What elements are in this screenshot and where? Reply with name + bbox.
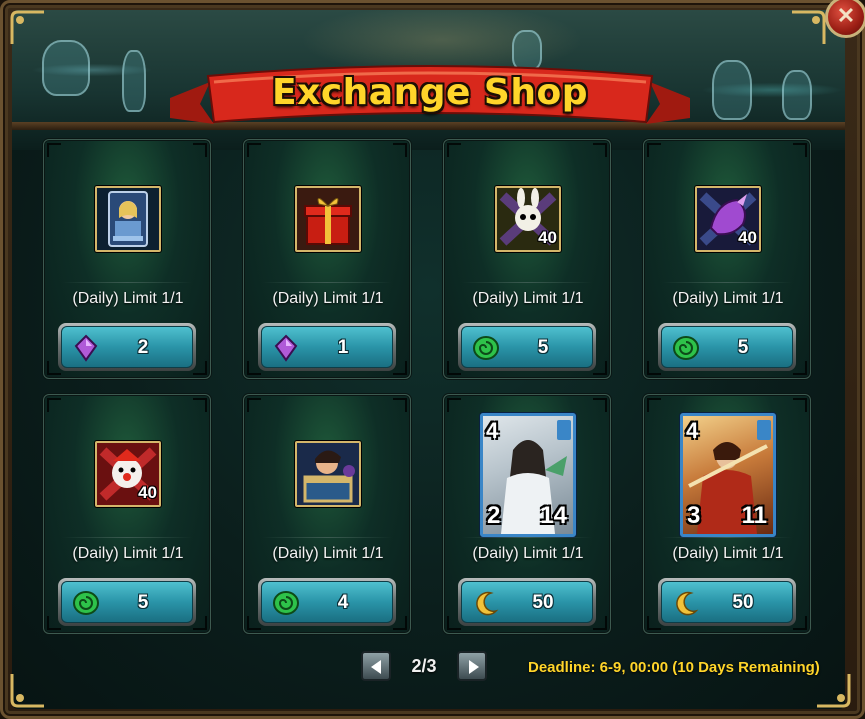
green-swirl-coin-icon bbox=[272, 589, 300, 617]
price-label: 50 bbox=[532, 592, 554, 613]
daily-limit-label: (Daily) Limit 1/1 bbox=[472, 290, 584, 307]
daily-limit-label: (Daily) Limit 1/1 bbox=[672, 290, 784, 307]
bottle-decoration bbox=[782, 70, 812, 120]
buy-button[interactable]: 5 bbox=[458, 323, 596, 371]
page-indicator: 2/3 bbox=[411, 656, 437, 676]
buy-button[interactable]: 1 bbox=[258, 323, 396, 371]
shop-item-card: 40 (Daily) Limit 1/1 5 bbox=[43, 394, 211, 634]
treasure-chest-warrior-icon[interactable] bbox=[295, 441, 361, 507]
buy-button[interactable]: 5 bbox=[658, 323, 796, 371]
item-quantity: 40 bbox=[138, 483, 157, 502]
gold-crescent-moon-icon bbox=[672, 589, 700, 617]
corner-ornament bbox=[815, 672, 851, 708]
rabbit-skull-shard-icon[interactable]: 40 bbox=[495, 186, 561, 252]
corner-ornament bbox=[10, 672, 46, 708]
next-page-button[interactable] bbox=[457, 651, 487, 681]
daily-limit-label: (Daily) Limit 1/1 bbox=[672, 545, 784, 562]
hero-card-sorceress[interactable]: 4 2 14 bbox=[480, 413, 576, 537]
green-swirl-coin-icon bbox=[472, 334, 500, 362]
hero-attack: 2 bbox=[487, 502, 501, 529]
hero-card-pack-icon[interactable] bbox=[95, 186, 161, 252]
price-label: 4 bbox=[337, 592, 349, 613]
price-label: 1 bbox=[337, 337, 349, 358]
buy-button[interactable]: 4 bbox=[258, 578, 396, 626]
shop-item-card: 4 2 14 (Daily) Limit 1/1 50 bbox=[443, 394, 611, 634]
buy-button[interactable]: 5 bbox=[58, 578, 196, 626]
gold-crescent-moon-icon bbox=[472, 589, 500, 617]
green-swirl-coin-icon bbox=[72, 589, 100, 617]
bottle-decoration bbox=[712, 60, 752, 120]
daily-limit-label: (Daily) Limit 1/1 bbox=[72, 545, 184, 562]
hero-level: 4 bbox=[686, 418, 699, 443]
price-label: 2 bbox=[137, 337, 149, 358]
price-label: 5 bbox=[537, 337, 549, 358]
item-quantity: 40 bbox=[538, 228, 557, 247]
price-label: 50 bbox=[732, 592, 754, 613]
daily-limit-label: (Daily) Limit 1/1 bbox=[72, 290, 184, 307]
daily-limit-label: (Daily) Limit 1/1 bbox=[472, 545, 584, 562]
shop-item-card: 4 3 11 (Daily) Limit 1/1 50 bbox=[643, 394, 811, 634]
item-quantity: 40 bbox=[738, 228, 757, 247]
bottle-decoration bbox=[42, 40, 90, 96]
price-label: 5 bbox=[737, 337, 749, 358]
hero-health: 11 bbox=[741, 502, 767, 529]
close-button[interactable]: ✕ bbox=[825, 0, 865, 38]
arrow-right-icon bbox=[469, 660, 479, 674]
corner-ornament bbox=[790, 10, 826, 46]
shop-item-card: (Daily) Limit 1/1 4 bbox=[243, 394, 411, 634]
purple-dragon-shard-icon[interactable]: 40 bbox=[695, 186, 761, 252]
price-label: 5 bbox=[137, 592, 149, 613]
page-title: Exchange Shop bbox=[272, 72, 588, 113]
buy-button[interactable]: 50 bbox=[458, 578, 596, 626]
shop-item-card: 40 (Daily) Limit 1/1 5 bbox=[643, 139, 811, 379]
purple-crystal-icon bbox=[272, 334, 300, 362]
title-ribbon: Exchange Shop bbox=[170, 62, 690, 140]
daily-limit-label: (Daily) Limit 1/1 bbox=[272, 290, 384, 307]
hero-level: 4 bbox=[486, 418, 499, 443]
buy-button[interactable]: 50 bbox=[658, 578, 796, 626]
buy-button[interactable]: 2 bbox=[58, 323, 196, 371]
arrow-left-icon bbox=[371, 660, 381, 674]
hero-card-warrior[interactable]: 4 3 11 bbox=[680, 413, 776, 537]
shop-item-card: 40 (Daily) Limit 1/1 5 bbox=[443, 139, 611, 379]
purple-crystal-icon bbox=[72, 334, 100, 362]
clown-mask-shard-icon[interactable]: 40 bbox=[95, 441, 161, 507]
hero-health: 14 bbox=[540, 502, 567, 529]
hero-attack: 3 bbox=[687, 502, 701, 529]
corner-ornament bbox=[10, 10, 46, 46]
shop-item-card: (Daily) Limit 1/1 1 bbox=[243, 139, 411, 379]
shop-item-card: (Daily) Limit 1/1 2 bbox=[43, 139, 211, 379]
deadline-label: Deadline: 6-9, 00:00 (10 Days Remaining) bbox=[528, 659, 820, 676]
previous-page-button[interactable] bbox=[361, 651, 391, 681]
bottle-decoration bbox=[122, 50, 146, 112]
green-swirl-coin-icon bbox=[672, 334, 700, 362]
red-gift-box-icon[interactable] bbox=[295, 186, 361, 252]
daily-limit-label: (Daily) Limit 1/1 bbox=[272, 545, 384, 562]
